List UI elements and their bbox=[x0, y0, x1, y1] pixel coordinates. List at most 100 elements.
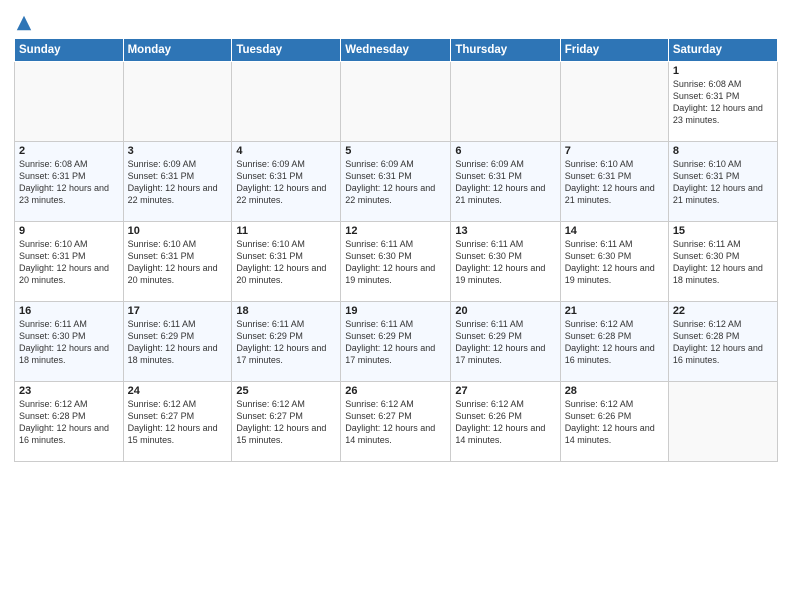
calendar-cell: 10Sunrise: 6:10 AM Sunset: 6:31 PM Dayli… bbox=[123, 222, 232, 302]
day-number: 27 bbox=[455, 385, 555, 397]
calendar-cell: 7Sunrise: 6:10 AM Sunset: 6:31 PM Daylig… bbox=[560, 142, 668, 222]
day-info: Sunrise: 6:12 AM Sunset: 6:26 PM Dayligh… bbox=[455, 398, 555, 447]
calendar-cell: 14Sunrise: 6:11 AM Sunset: 6:30 PM Dayli… bbox=[560, 222, 668, 302]
day-info: Sunrise: 6:11 AM Sunset: 6:30 PM Dayligh… bbox=[565, 238, 664, 287]
day-info: Sunrise: 6:09 AM Sunset: 6:31 PM Dayligh… bbox=[128, 158, 228, 207]
day-number: 18 bbox=[236, 305, 336, 317]
day-number: 12 bbox=[345, 225, 446, 237]
day-info: Sunrise: 6:10 AM Sunset: 6:31 PM Dayligh… bbox=[236, 238, 336, 287]
day-number: 8 bbox=[673, 145, 773, 157]
day-info: Sunrise: 6:10 AM Sunset: 6:31 PM Dayligh… bbox=[565, 158, 664, 207]
calendar-cell: 25Sunrise: 6:12 AM Sunset: 6:27 PM Dayli… bbox=[232, 382, 341, 462]
weekday-header-sunday: Sunday bbox=[15, 39, 124, 62]
calendar-cell: 8Sunrise: 6:10 AM Sunset: 6:31 PM Daylig… bbox=[668, 142, 777, 222]
day-info: Sunrise: 6:12 AM Sunset: 6:28 PM Dayligh… bbox=[19, 398, 119, 447]
day-info: Sunrise: 6:08 AM Sunset: 6:31 PM Dayligh… bbox=[673, 78, 773, 127]
calendar-cell: 16Sunrise: 6:11 AM Sunset: 6:30 PM Dayli… bbox=[15, 302, 124, 382]
day-number: 6 bbox=[455, 145, 555, 157]
calendar-cell: 22Sunrise: 6:12 AM Sunset: 6:28 PM Dayli… bbox=[668, 302, 777, 382]
day-info: Sunrise: 6:11 AM Sunset: 6:30 PM Dayligh… bbox=[455, 238, 555, 287]
calendar-header-row: SundayMondayTuesdayWednesdayThursdayFrid… bbox=[15, 39, 778, 62]
calendar-cell bbox=[232, 62, 341, 142]
day-number: 9 bbox=[19, 225, 119, 237]
calendar-cell: 18Sunrise: 6:11 AM Sunset: 6:29 PM Dayli… bbox=[232, 302, 341, 382]
weekday-header-thursday: Thursday bbox=[451, 39, 560, 62]
day-info: Sunrise: 6:11 AM Sunset: 6:29 PM Dayligh… bbox=[345, 318, 446, 367]
calendar-cell: 23Sunrise: 6:12 AM Sunset: 6:28 PM Dayli… bbox=[15, 382, 124, 462]
calendar-week-2: 2Sunrise: 6:08 AM Sunset: 6:31 PM Daylig… bbox=[15, 142, 778, 222]
calendar-cell: 5Sunrise: 6:09 AM Sunset: 6:31 PM Daylig… bbox=[341, 142, 451, 222]
day-info: Sunrise: 6:12 AM Sunset: 6:27 PM Dayligh… bbox=[345, 398, 446, 447]
calendar-week-1: 1Sunrise: 6:08 AM Sunset: 6:31 PM Daylig… bbox=[15, 62, 778, 142]
calendar-cell: 4Sunrise: 6:09 AM Sunset: 6:31 PM Daylig… bbox=[232, 142, 341, 222]
day-number: 26 bbox=[345, 385, 446, 397]
calendar-cell: 19Sunrise: 6:11 AM Sunset: 6:29 PM Dayli… bbox=[341, 302, 451, 382]
day-info: Sunrise: 6:10 AM Sunset: 6:31 PM Dayligh… bbox=[673, 158, 773, 207]
day-info: Sunrise: 6:12 AM Sunset: 6:27 PM Dayligh… bbox=[236, 398, 336, 447]
calendar-cell: 3Sunrise: 6:09 AM Sunset: 6:31 PM Daylig… bbox=[123, 142, 232, 222]
calendar-cell: 12Sunrise: 6:11 AM Sunset: 6:30 PM Dayli… bbox=[341, 222, 451, 302]
calendar-cell: 13Sunrise: 6:11 AM Sunset: 6:30 PM Dayli… bbox=[451, 222, 560, 302]
calendar-cell: 27Sunrise: 6:12 AM Sunset: 6:26 PM Dayli… bbox=[451, 382, 560, 462]
weekday-header-tuesday: Tuesday bbox=[232, 39, 341, 62]
day-number: 19 bbox=[345, 305, 446, 317]
calendar-cell: 20Sunrise: 6:11 AM Sunset: 6:29 PM Dayli… bbox=[451, 302, 560, 382]
day-number: 15 bbox=[673, 225, 773, 237]
day-number: 17 bbox=[128, 305, 228, 317]
calendar-cell: 21Sunrise: 6:12 AM Sunset: 6:28 PM Dayli… bbox=[560, 302, 668, 382]
day-number: 1 bbox=[673, 65, 773, 77]
calendar-week-4: 16Sunrise: 6:11 AM Sunset: 6:30 PM Dayli… bbox=[15, 302, 778, 382]
page-container: SundayMondayTuesdayWednesdayThursdayFrid… bbox=[0, 0, 792, 612]
calendar-cell: 15Sunrise: 6:11 AM Sunset: 6:30 PM Dayli… bbox=[668, 222, 777, 302]
calendar-cell bbox=[451, 62, 560, 142]
calendar-cell: 24Sunrise: 6:12 AM Sunset: 6:27 PM Dayli… bbox=[123, 382, 232, 462]
day-info: Sunrise: 6:09 AM Sunset: 6:31 PM Dayligh… bbox=[345, 158, 446, 207]
day-info: Sunrise: 6:12 AM Sunset: 6:26 PM Dayligh… bbox=[565, 398, 664, 447]
calendar-cell bbox=[15, 62, 124, 142]
calendar-cell: 6Sunrise: 6:09 AM Sunset: 6:31 PM Daylig… bbox=[451, 142, 560, 222]
day-number: 21 bbox=[565, 305, 664, 317]
calendar-week-3: 9Sunrise: 6:10 AM Sunset: 6:31 PM Daylig… bbox=[15, 222, 778, 302]
calendar-cell: 11Sunrise: 6:10 AM Sunset: 6:31 PM Dayli… bbox=[232, 222, 341, 302]
day-info: Sunrise: 6:12 AM Sunset: 6:28 PM Dayligh… bbox=[673, 318, 773, 367]
day-number: 24 bbox=[128, 385, 228, 397]
day-number: 4 bbox=[236, 145, 336, 157]
day-info: Sunrise: 6:10 AM Sunset: 6:31 PM Dayligh… bbox=[128, 238, 228, 287]
day-info: Sunrise: 6:08 AM Sunset: 6:31 PM Dayligh… bbox=[19, 158, 119, 207]
calendar-cell: 9Sunrise: 6:10 AM Sunset: 6:31 PM Daylig… bbox=[15, 222, 124, 302]
day-info: Sunrise: 6:11 AM Sunset: 6:29 PM Dayligh… bbox=[128, 318, 228, 367]
day-info: Sunrise: 6:11 AM Sunset: 6:30 PM Dayligh… bbox=[673, 238, 773, 287]
day-number: 3 bbox=[128, 145, 228, 157]
day-info: Sunrise: 6:11 AM Sunset: 6:30 PM Dayligh… bbox=[19, 318, 119, 367]
calendar-cell: 17Sunrise: 6:11 AM Sunset: 6:29 PM Dayli… bbox=[123, 302, 232, 382]
day-number: 20 bbox=[455, 305, 555, 317]
calendar-cell bbox=[341, 62, 451, 142]
weekday-header-wednesday: Wednesday bbox=[341, 39, 451, 62]
day-number: 14 bbox=[565, 225, 664, 237]
calendar-cell: 2Sunrise: 6:08 AM Sunset: 6:31 PM Daylig… bbox=[15, 142, 124, 222]
day-info: Sunrise: 6:11 AM Sunset: 6:29 PM Dayligh… bbox=[455, 318, 555, 367]
calendar-cell: 1Sunrise: 6:08 AM Sunset: 6:31 PM Daylig… bbox=[668, 62, 777, 142]
day-number: 16 bbox=[19, 305, 119, 317]
day-number: 10 bbox=[128, 225, 228, 237]
day-info: Sunrise: 6:09 AM Sunset: 6:31 PM Dayligh… bbox=[236, 158, 336, 207]
day-number: 5 bbox=[345, 145, 446, 157]
day-info: Sunrise: 6:11 AM Sunset: 6:29 PM Dayligh… bbox=[236, 318, 336, 367]
day-number: 13 bbox=[455, 225, 555, 237]
logo bbox=[14, 14, 33, 32]
day-info: Sunrise: 6:10 AM Sunset: 6:31 PM Dayligh… bbox=[19, 238, 119, 287]
day-info: Sunrise: 6:11 AM Sunset: 6:30 PM Dayligh… bbox=[345, 238, 446, 287]
calendar-cell bbox=[123, 62, 232, 142]
day-number: 23 bbox=[19, 385, 119, 397]
weekday-header-friday: Friday bbox=[560, 39, 668, 62]
day-info: Sunrise: 6:09 AM Sunset: 6:31 PM Dayligh… bbox=[455, 158, 555, 207]
day-number: 22 bbox=[673, 305, 773, 317]
day-number: 11 bbox=[236, 225, 336, 237]
weekday-header-monday: Monday bbox=[123, 39, 232, 62]
calendar-table: SundayMondayTuesdayWednesdayThursdayFrid… bbox=[14, 38, 778, 462]
day-info: Sunrise: 6:12 AM Sunset: 6:28 PM Dayligh… bbox=[565, 318, 664, 367]
logo-icon bbox=[15, 14, 33, 32]
day-info: Sunrise: 6:12 AM Sunset: 6:27 PM Dayligh… bbox=[128, 398, 228, 447]
calendar-cell: 26Sunrise: 6:12 AM Sunset: 6:27 PM Dayli… bbox=[341, 382, 451, 462]
header bbox=[14, 10, 778, 32]
